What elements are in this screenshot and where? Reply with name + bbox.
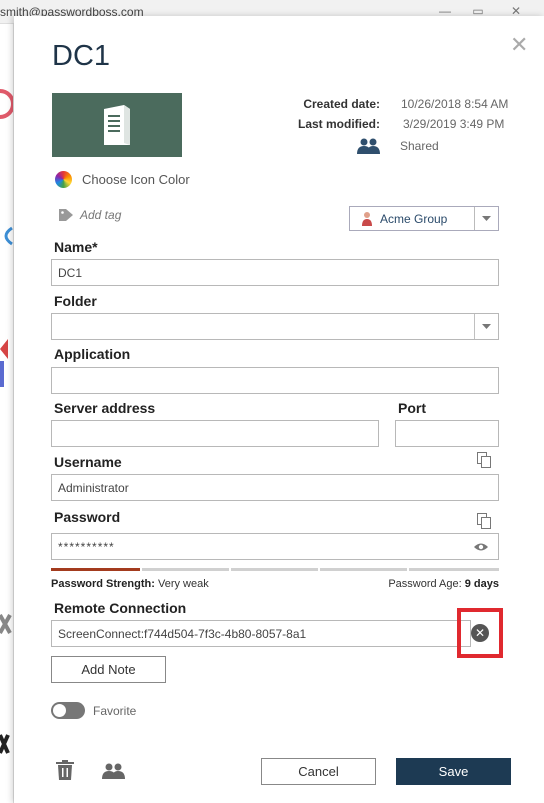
group-dropdown-value: Acme Group — [380, 211, 448, 226]
background-logo-fragment — [0, 729, 13, 759]
password-age-value: 9 days — [464, 578, 499, 590]
close-icon[interactable]: ✕ — [510, 34, 528, 56]
group-avatar-icon — [362, 211, 372, 226]
group-dropdown[interactable]: Acme Group — [349, 206, 499, 231]
remote-connection-input[interactable]: ScreenConnect:f744d504-7f3c-4b80-8057-8a… — [51, 620, 471, 647]
port-label: Port — [398, 400, 426, 416]
password-strength-value: Very weak — [157, 578, 209, 590]
favorite-label: Favorite — [93, 704, 137, 718]
show-password-eye-icon[interactable] — [474, 542, 488, 552]
remote-connection-label: Remote Connection — [54, 600, 187, 616]
background-logo-fragment — [0, 224, 13, 248]
trash-icon[interactable] — [56, 760, 74, 785]
save-button[interactable]: Save — [396, 758, 511, 785]
created-date-value: 10/26/2018 8:54 AM — [401, 97, 509, 111]
name-label: Name* — [54, 239, 98, 255]
strength-segment — [231, 568, 318, 571]
name-input-value: DC1 — [58, 265, 83, 280]
cancel-button[interactable]: Cancel — [261, 758, 376, 785]
username-label: Username — [54, 454, 122, 470]
server-address-input[interactable] — [51, 420, 379, 447]
favorite-toggle[interactable] — [51, 702, 85, 719]
last-modified-label: Last modified: — [297, 117, 380, 131]
server-icon — [104, 105, 130, 145]
background-list-strip — [0, 24, 14, 803]
folder-select[interactable] — [51, 313, 499, 340]
add-note-label: Add Note — [81, 662, 136, 677]
password-input[interactable]: ********** — [51, 533, 499, 560]
add-tag-label: Add tag — [80, 208, 122, 222]
toggle-knob — [53, 704, 66, 717]
username-input[interactable]: Administrator — [51, 474, 499, 501]
password-strength-label: Password Strength: — [51, 578, 155, 590]
close-circle-icon: ✕ — [471, 624, 489, 642]
last-modified-value: 3/29/2019 3:49 PM — [403, 117, 505, 131]
copy-password-icon[interactable] — [477, 513, 491, 534]
shared-people-icon — [357, 137, 381, 160]
background-logo-fragment — [0, 339, 13, 389]
remote-connection-value: ScreenConnect:f744d504-7f3c-4b80-8057-8a… — [58, 626, 307, 641]
application-input[interactable] — [51, 367, 499, 394]
shared-label: Shared — [400, 139, 439, 153]
choose-icon-color-button[interactable]: Choose Icon Color — [55, 171, 190, 188]
color-wheel-icon — [55, 171, 72, 188]
chevron-down-icon[interactable] — [474, 207, 498, 230]
chevron-down-icon[interactable] — [474, 314, 498, 339]
strength-segment — [142, 568, 229, 571]
password-label: Password — [54, 509, 121, 525]
choose-icon-color-label: Choose Icon Color — [82, 172, 190, 187]
copy-username-icon[interactable] — [477, 452, 491, 473]
item-detail-dialog: ✕ DC1 Created date: 10/26/2018 8:54 AM L… — [14, 16, 544, 803]
add-note-button[interactable]: Add Note — [51, 656, 166, 683]
background-logo-fragment — [0, 84, 13, 124]
save-label: Save — [438, 764, 469, 779]
background-logo-fragment — [0, 609, 13, 639]
application-label: Application — [54, 346, 131, 362]
username-input-value: Administrator — [58, 480, 129, 495]
folder-label: Folder — [54, 293, 97, 309]
strength-segment — [320, 568, 407, 571]
share-people-icon[interactable] — [102, 762, 126, 785]
strength-segment — [51, 568, 140, 571]
cancel-label: Cancel — [298, 764, 339, 779]
add-tag-button[interactable]: Add tag — [58, 208, 121, 222]
remove-remote-connection-button[interactable]: ✕ — [457, 608, 503, 658]
created-date-label: Created date: — [303, 97, 380, 111]
password-input-value: ********** — [58, 539, 115, 554]
port-input[interactable] — [395, 420, 499, 447]
tag-icon — [59, 209, 73, 221]
strength-segment — [409, 568, 499, 571]
server-address-label: Server address — [54, 400, 156, 416]
password-age-label: Password Age: — [388, 578, 462, 590]
page-title: DC1 — [52, 40, 111, 72]
item-icon-tile[interactable] — [52, 93, 182, 157]
name-input[interactable]: DC1 — [51, 259, 499, 286]
